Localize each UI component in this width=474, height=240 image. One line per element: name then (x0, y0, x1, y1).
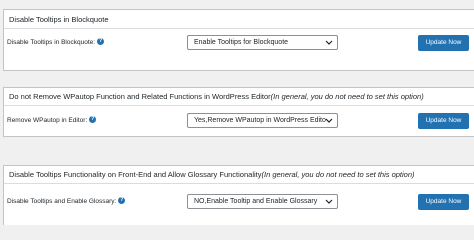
blockquote-tooltip-select[interactable]: Enable Tooltips for Blockquote (187, 35, 338, 50)
section-title-text: Disable Tooltips Functionality on Front-… (9, 170, 262, 179)
setting-row: Disable Tooltips and Enable Glossary:? N… (4, 193, 474, 211)
glossary-select[interactable]: NO,Enable Tooltip and Enable Glossary (187, 194, 338, 209)
section-title-text: Do not Remove WPautop Function and Relat… (9, 92, 271, 101)
section-disable-tooltips-frontend: Disable Tooltips Functionality on Front-… (3, 165, 474, 225)
update-now-button[interactable]: Update Now (418, 194, 469, 210)
chevron-down-icon (325, 118, 333, 123)
section-title: Disable Tooltips Functionality on Front-… (4, 166, 474, 184)
chevron-down-icon (325, 40, 333, 45)
section-note: (In general, you do not need to set this… (270, 92, 424, 101)
section-title: Disable Tooltips in Blockquote (4, 10, 474, 29)
help-icon[interactable]: ? (89, 115, 97, 123)
update-now-button[interactable]: Update Now (418, 35, 469, 51)
select-value: Enable Tooltips for Blockquote (194, 39, 289, 46)
setting-row: Remove WPautop in Editor:? Yes,Remove WP… (4, 112, 474, 130)
setting-row: Disable Tooltips in Blockquote:? Enable … (4, 34, 474, 52)
setting-label-text: Remove WPautop in Editor: (7, 117, 88, 124)
select-value: NO,Enable Tooltip and Enable Glossary (194, 198, 318, 205)
wpautop-select[interactable]: Yes,Remove WPautop in WordPress Edito (187, 113, 338, 128)
setting-label: Disable Tooltips in Blockquote:? (7, 34, 105, 52)
section-title-text: Disable Tooltips in Blockquote (9, 15, 109, 24)
help-icon[interactable]: ? (97, 37, 105, 45)
setting-label-text: Disable Tooltips in Blockquote: (7, 39, 96, 46)
setting-label-text: Disable Tooltips and Enable Glossary: (7, 198, 117, 205)
help-icon[interactable]: ? (118, 196, 126, 204)
section-remove-wpautop: Do not Remove WPautop Function and Relat… (3, 87, 474, 137)
update-now-button[interactable]: Update Now (418, 113, 469, 129)
setting-label: Remove WPautop in Editor:? (7, 112, 97, 130)
chevron-down-icon (325, 199, 333, 204)
select-value: Yes,Remove WPautop in WordPress Edito (194, 117, 326, 124)
section-note: (In general, you do not need to set this… (261, 170, 415, 179)
section-title: Do not Remove WPautop Function and Relat… (4, 88, 474, 106)
setting-label: Disable Tooltips and Enable Glossary:? (7, 193, 126, 211)
section-disable-tooltips-blockquote: Disable Tooltips in Blockquote Disable T… (3, 9, 474, 71)
